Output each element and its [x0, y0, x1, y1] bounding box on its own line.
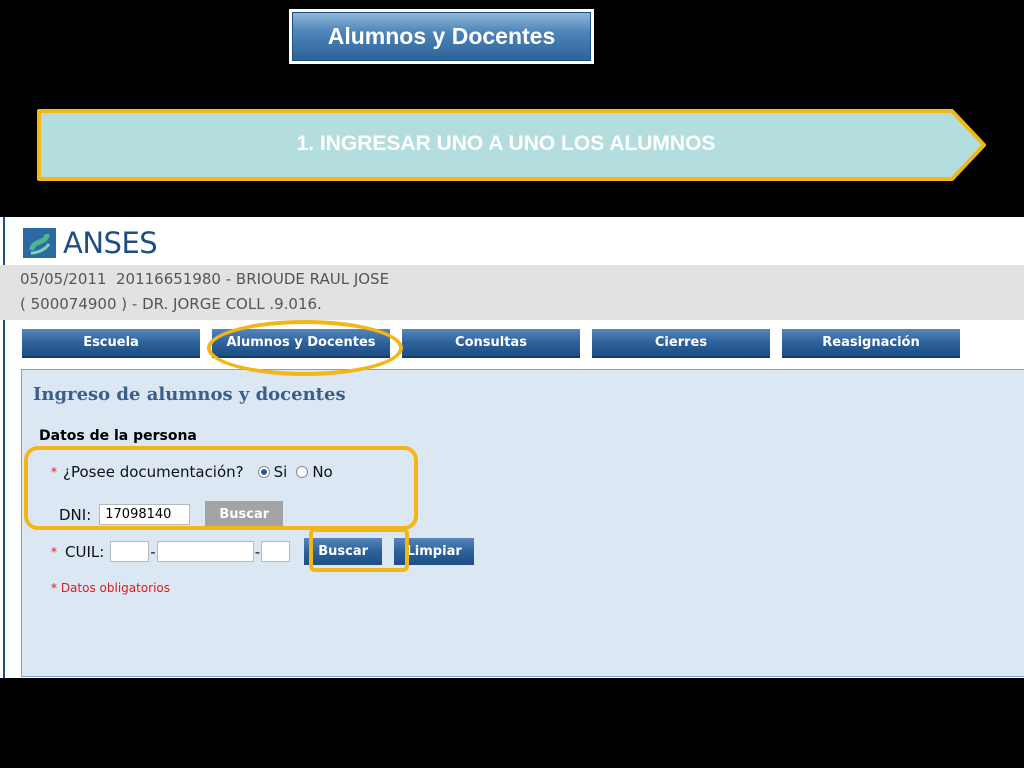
tab-consultas[interactable]: Consultas	[402, 329, 580, 358]
cuil-separator: -	[254, 542, 261, 561]
logo-text: ANSES	[63, 226, 158, 260]
slide-title-box: Alumnos y Docentes	[289, 9, 594, 64]
cuil-row: * CUIL: - - Buscar Limpiar	[51, 538, 475, 565]
tab-escuela[interactable]: Escuela	[22, 329, 200, 358]
cuil-label: CUIL:	[65, 542, 105, 561]
highlight-tab-ellipse	[207, 320, 403, 376]
tab-reasignacion[interactable]: Reasignación	[782, 329, 960, 358]
anses-logo-icon	[23, 228, 56, 258]
step-instruction: 1. INGRESAR UNO A UNO LOS ALUMNOS	[296, 132, 716, 155]
slide-title-button: Alumnos y Docentes	[292, 12, 591, 61]
anses-logo: ANSES	[23, 226, 158, 260]
form-title: Ingreso de alumnos y docentes	[33, 384, 346, 405]
required-asterisk: *	[51, 544, 57, 559]
user-info-bar: 05/05/2011 20116651980 - BRIOUDE RAUL JO…	[0, 265, 1024, 320]
highlight-search-button	[309, 528, 409, 572]
cuil-separator: -	[150, 542, 156, 561]
cuil-number-input[interactable]	[156, 541, 254, 562]
highlight-documentation-box	[24, 446, 418, 530]
user-info-line-2: ( 500074900 ) - DR. JORGE COLL .9.016.	[20, 295, 322, 313]
user-info-line-1: 05/05/2011 20116651980 - BRIOUDE RAUL JO…	[20, 270, 390, 288]
required-note: * Datos obligatorios	[51, 581, 171, 595]
cuil-prefix-input[interactable]	[110, 541, 150, 562]
section-title: Datos de la persona	[39, 428, 197, 444]
cuil-check-input[interactable]	[261, 541, 291, 562]
tab-cierres[interactable]: Cierres	[592, 329, 770, 358]
